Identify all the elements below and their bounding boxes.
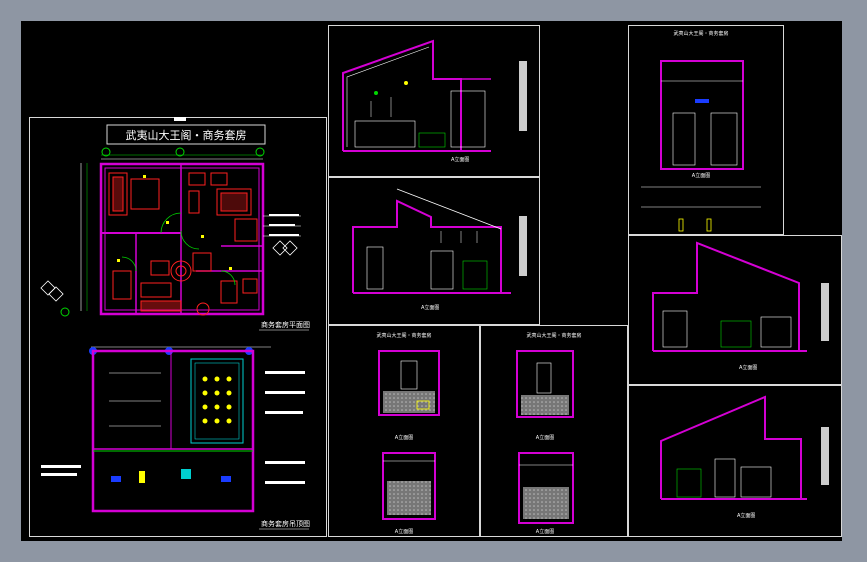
ceiling-label: 商务套房吊顶图 bbox=[261, 519, 310, 528]
drawing-sheet: 武夷山大王阁・商务套房 商务套房平面图 商务套房吊顶图 A立面图 A立面图 武夷… bbox=[21, 21, 842, 541]
elev-a-title: 武夷山大王阁・商务套房 bbox=[673, 30, 728, 37]
sheet-title: 武夷山大王阁・商务套房 bbox=[126, 128, 247, 142]
section-4: A立面图 bbox=[660, 395, 829, 519]
title-block: 武夷山大王阁・商务套房 bbox=[106, 117, 266, 145]
section-1-label: A立面图 bbox=[451, 156, 469, 163]
elev-a-label: A立面图 bbox=[692, 172, 710, 179]
section-1: A立面图 bbox=[342, 39, 527, 163]
bath-1b-label: A立面图 bbox=[395, 528, 413, 535]
ceiling-plan: 商务套房吊顶图 bbox=[41, 346, 310, 530]
bath-2-title: 武夷山大王阁・商务套房 bbox=[526, 332, 581, 339]
elevation-a: 武夷山大王阁・商务套房 A立面图 bbox=[641, 30, 761, 232]
section-2: A立面图 bbox=[352, 188, 527, 311]
section-2-label: A立面图 bbox=[421, 304, 439, 311]
floor-plan: 商务套房平面图 bbox=[40, 147, 310, 331]
cad-drawing: 武夷山大王阁・商务套房 商务套房平面图 商务套房吊顶图 A立面图 A立面图 武夷… bbox=[40, 30, 829, 535]
bathroom-elevation-2: 武夷山大王阁・商务套房 A立面图 A立面图 bbox=[516, 332, 582, 535]
bath-2b-label: A立面图 bbox=[536, 528, 554, 535]
bath-2-label: A立面图 bbox=[536, 434, 554, 441]
plan-label: 商务套房平面图 bbox=[261, 320, 310, 329]
section-3: A立面图 bbox=[652, 241, 829, 371]
bathroom-elevation-1: 武夷山大王阁・商务套房 A立面图 A立面图 bbox=[376, 332, 440, 535]
bath-1-label: A立面图 bbox=[395, 434, 413, 441]
bath-1-title: 武夷山大王阁・商务套房 bbox=[376, 332, 431, 339]
section-4-label: A立面图 bbox=[737, 512, 755, 519]
section-3-label: A立面图 bbox=[739, 364, 757, 371]
